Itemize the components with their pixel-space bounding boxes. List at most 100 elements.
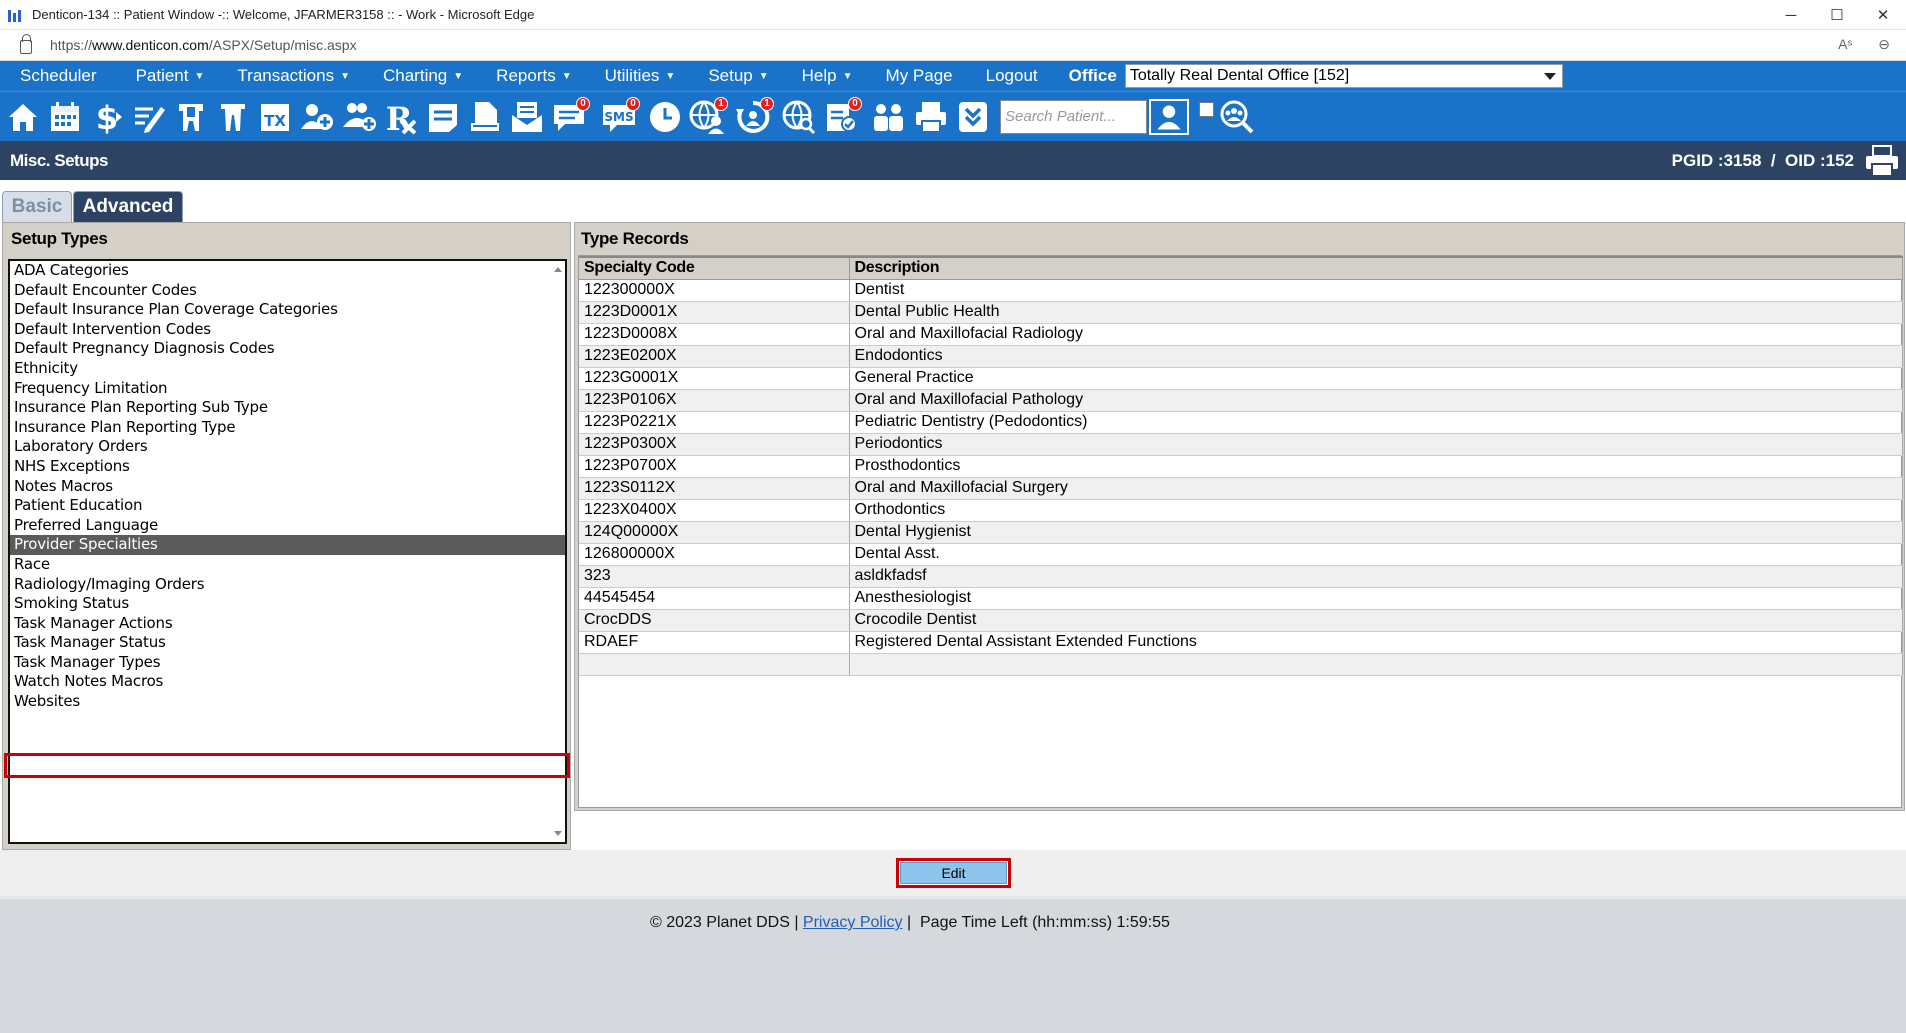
print-page-icon[interactable] xyxy=(1864,144,1900,178)
home-icon[interactable] xyxy=(4,97,42,137)
menu-reports[interactable]: Reports ▼ xyxy=(476,66,571,86)
tab-basic[interactable]: Basic xyxy=(2,191,72,222)
perio-chart-icon[interactable] xyxy=(214,97,252,137)
table-row[interactable]: 1223P0700X Prosthodontics xyxy=(579,455,1903,478)
svg-text:TX: TX xyxy=(264,112,286,130)
maximize-button[interactable]: ☐ xyxy=(1814,0,1860,30)
setup-type-item[interactable]: Default Pregnancy Diagnosis Codes xyxy=(10,339,565,359)
table-row[interactable]: 323 asldkfadsf xyxy=(579,565,1903,588)
table-row[interactable]: 1223P0221X Pediatric Dentistry (Pedodonti… xyxy=(579,411,1903,434)
table-row[interactable]: 1223P0300X Periodontics xyxy=(579,433,1903,456)
setup-type-item[interactable]: Task Manager Status xyxy=(10,633,565,653)
edit-button[interactable]: Edit xyxy=(900,862,1007,884)
menu-help[interactable]: Help ▼ xyxy=(782,66,853,86)
table-row[interactable]: 1223D0008X Oral and Maxillofacial Radiolo… xyxy=(579,323,1903,346)
messages-icon[interactable]: 0 xyxy=(550,96,590,137)
read-aloud-icon[interactable]: Aˢ xyxy=(1838,36,1852,53)
column-header-specialty-code[interactable]: Specialty Code xyxy=(579,256,850,280)
menu-transactions[interactable]: Transactions ▼ xyxy=(217,66,350,86)
setup-type-item[interactable]: Preferred Language xyxy=(10,516,565,536)
menu-utilities[interactable]: Utilities ▼ xyxy=(585,66,676,86)
privacy-policy-link[interactable]: Privacy Policy xyxy=(803,914,903,931)
inbox-down-icon[interactable] xyxy=(954,97,992,137)
tooth-chart-icon[interactable] xyxy=(172,97,210,137)
tab-advanced[interactable]: Advanced xyxy=(73,191,183,222)
setup-type-item[interactable]: Websites xyxy=(10,692,565,712)
office-select[interactable]: Totally Real Dental Office [152] xyxy=(1124,64,1563,88)
calendar-icon[interactable] xyxy=(46,97,84,137)
mail-icon[interactable] xyxy=(508,97,546,137)
globe-search-icon[interactable] xyxy=(780,97,818,137)
setup-type-item[interactable]: Task Manager Types xyxy=(10,653,565,673)
address-bar[interactable]: https://www.denticon.com/ASPX/Setup/misc… xyxy=(0,30,1906,61)
menu-setup[interactable]: Setup ▼ xyxy=(688,66,768,86)
setup-types-listbox[interactable]: ADA Categories Default Encounter Codes Def… xyxy=(8,259,567,844)
patient-search-button[interactable] xyxy=(1149,98,1189,135)
scroll-down-arrow-icon[interactable] xyxy=(554,831,562,836)
menu-my-page[interactable]: My Page xyxy=(866,66,953,86)
menu-patient[interactable]: Patient ▼ xyxy=(116,66,205,86)
setup-type-item[interactable]: Frequency Limitation xyxy=(10,379,565,399)
table-row[interactable]: 126800000X Dental Asst. xyxy=(579,543,1903,566)
setup-type-item[interactable]: Watch Notes Macros xyxy=(10,672,565,692)
table-row[interactable]: CrocDDS Crocodile Dentist xyxy=(579,609,1903,632)
notes-edit-icon[interactable] xyxy=(130,97,168,137)
table-row[interactable]: 1223P0106X Oral and Maxillofacial Patholo… xyxy=(579,389,1903,412)
setup-type-item[interactable]: Ethnicity xyxy=(10,359,565,379)
pgid-oid-label: PGID :3158 / OID :152 xyxy=(1671,150,1854,170)
menu-scheduler[interactable]: Scheduler xyxy=(0,66,103,86)
table-row[interactable]: 1223E0200X Endodontics xyxy=(579,345,1903,368)
menu-logout[interactable]: Logout xyxy=(966,66,1038,86)
setup-type-item[interactable]: Default Insurance Plan Coverage Categori… xyxy=(10,300,565,320)
document-icon[interactable] xyxy=(466,97,504,137)
prescription-icon[interactable]: R xyxy=(382,97,420,137)
treatment-plan-icon[interactable]: TX xyxy=(256,97,294,137)
close-button[interactable]: ✕ xyxy=(1860,0,1906,30)
type-records-panel: Type Records Specialty Code Description … xyxy=(574,222,1905,811)
patient-search-input[interactable]: Search Patient... xyxy=(1000,99,1147,134)
scroll-up-arrow-icon[interactable] xyxy=(554,267,562,272)
setup-type-item[interactable]: Task Manager Actions xyxy=(10,614,565,634)
table-row[interactable]: 1223S0112X Oral and Maxillofacial Surgery xyxy=(579,477,1903,500)
setup-type-item[interactable]: Insurance Plan Reporting Sub Type xyxy=(10,398,565,418)
url-text[interactable]: https://www.denticon.com/ASPX/Setup/misc… xyxy=(50,37,357,53)
table-row[interactable]: 1223X0400X Orthodontics xyxy=(579,499,1903,522)
table-row[interactable]: 1223G0001X General Practice xyxy=(579,367,1903,390)
setup-type-item[interactable]: Default Encounter Codes xyxy=(10,281,565,301)
table-row[interactable]: 44545454 Anesthesiologist xyxy=(579,587,1903,610)
setup-type-item[interactable]: Notes Macros xyxy=(10,477,565,497)
setup-type-item[interactable]: Insurance Plan Reporting Type xyxy=(10,418,565,438)
search-option-checkbox[interactable] xyxy=(1199,102,1214,117)
table-row[interactable]: RDAEF Registered Dental Assistant Extende… xyxy=(579,631,1903,654)
note-icon[interactable] xyxy=(424,97,462,137)
zoom-icon[interactable]: ⊖ xyxy=(1878,36,1890,53)
setup-type-item[interactable]: Radiology/Imaging Orders xyxy=(10,575,565,595)
setup-type-item[interactable]: NHS Exceptions xyxy=(10,457,565,477)
group-search-icon[interactable] xyxy=(1218,97,1256,137)
add-patient-icon[interactable] xyxy=(298,97,336,137)
table-row[interactable]: 122300000X Dentist xyxy=(579,279,1903,302)
table-row[interactable]: 1223D0001X Dental Public Health xyxy=(579,301,1903,324)
recall-cycle-icon[interactable]: 1 xyxy=(734,96,774,137)
setup-type-item[interactable]: Patient Education xyxy=(10,496,565,516)
description-cell: Dental Hygienist xyxy=(849,521,1903,544)
setup-type-item[interactable]: Race xyxy=(10,555,565,575)
setup-type-item[interactable]: ADA Categories xyxy=(10,261,565,281)
add-family-icon[interactable] xyxy=(340,97,378,137)
setup-type-item[interactable]: Provider Specialties xyxy=(10,535,565,555)
minimize-button[interactable]: ─ xyxy=(1768,0,1814,30)
dollar-icon[interactable]: $ xyxy=(88,97,126,137)
table-row[interactable]: 124Q00000X Dental Hygienist xyxy=(579,521,1903,544)
globe-user-icon[interactable]: 1 xyxy=(688,96,728,137)
table-row[interactable] xyxy=(579,653,1903,676)
setup-type-item[interactable]: Default Intervention Codes xyxy=(10,320,565,340)
staff-group-icon[interactable] xyxy=(870,97,908,137)
column-header-description[interactable]: Description xyxy=(849,256,1903,280)
setup-type-item[interactable]: Laboratory Orders xyxy=(10,437,565,457)
setup-type-item[interactable]: Smoking Status xyxy=(10,594,565,614)
menu-charting[interactable]: Charting ▼ xyxy=(363,66,463,86)
clock-icon[interactable] xyxy=(646,97,684,137)
sms-icon[interactable]: SMS 0 xyxy=(600,96,640,137)
printer-icon[interactable] xyxy=(912,97,950,137)
clipboard-check-icon[interactable]: 0 xyxy=(822,96,862,137)
